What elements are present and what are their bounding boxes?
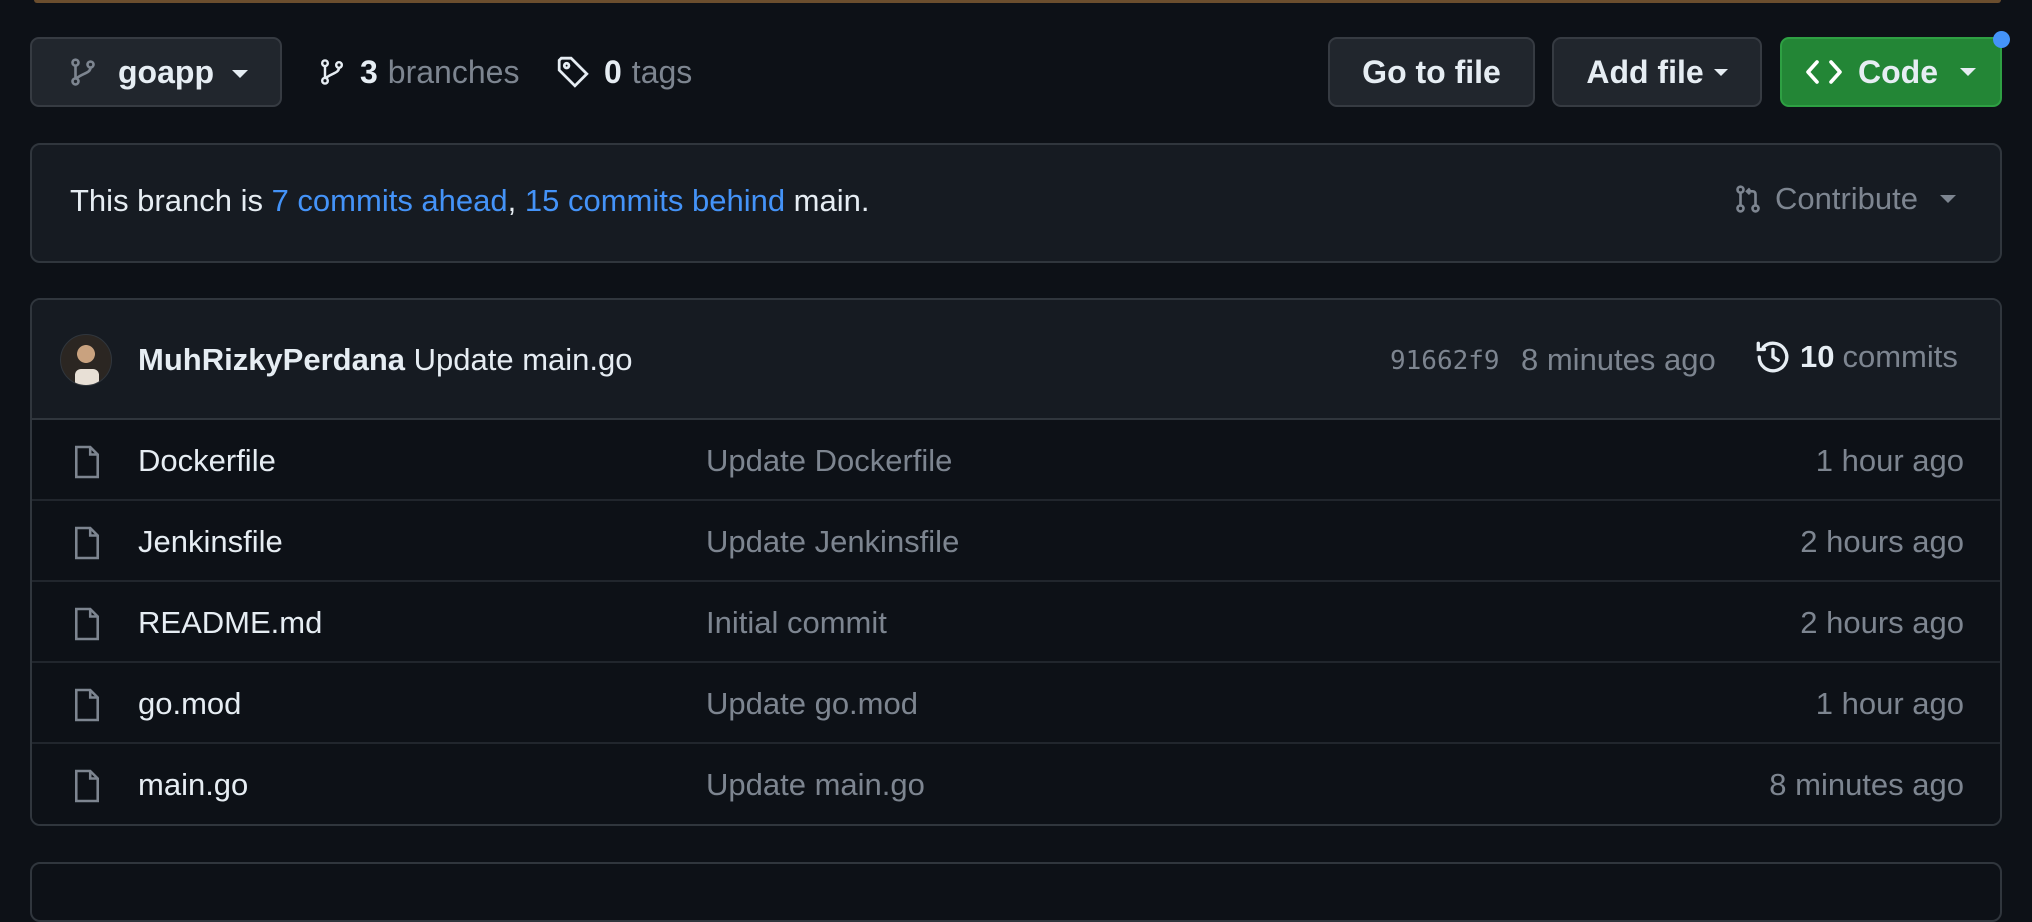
file-name-link[interactable]: Dockerfile	[138, 443, 276, 479]
commit-time: 8 minutes ago	[1521, 342, 1716, 377]
file-commit-message-link[interactable]: Update main.go	[706, 767, 925, 803]
file-commit-message-link[interactable]: Update go.mod	[706, 686, 918, 722]
latest-commit-bar: MuhRizkyPerdana Update main.go 91662f9 8…	[32, 300, 2000, 420]
code-icon	[1806, 57, 1842, 87]
table-row[interactable]: main.go Update main.go 8 minutes ago	[32, 744, 2000, 824]
file-commit-time: 1 hour ago	[1815, 686, 1964, 721]
branches-link[interactable]: 3 branches	[318, 48, 519, 96]
branch-status-text: This branch is 7 commits ahead, 15 commi…	[70, 183, 869, 219]
go-to-file-button[interactable]: Go to file	[1328, 37, 1535, 107]
branches-count: 3	[360, 53, 378, 90]
file-commit-time: 2 hours ago	[1800, 605, 1964, 640]
go-to-file-label: Go to file	[1362, 53, 1501, 90]
file-icon	[72, 768, 102, 804]
file-table: MuhRizkyPerdana Update main.go 91662f9 8…	[30, 298, 2002, 826]
file-icon	[72, 444, 102, 480]
tag-icon	[556, 55, 590, 89]
file-commit-time: 1 hour ago	[1815, 443, 1964, 478]
file-name-link[interactable]: Jenkinsfile	[138, 524, 283, 560]
file-commit-time: 2 hours ago	[1800, 524, 1964, 559]
commits-history-link[interactable]: 10 commits	[1754, 338, 1958, 376]
latest-commit-message: MuhRizkyPerdana Update main.go	[138, 342, 633, 378]
avatar[interactable]	[60, 334, 112, 386]
file-commit-message-link[interactable]: Initial commit	[706, 605, 887, 641]
notification-dot	[1993, 31, 2010, 48]
file-icon	[72, 687, 102, 723]
readme-panel	[30, 862, 2002, 922]
tags-label: tags	[631, 53, 693, 90]
commits-ahead-link[interactable]: 7 commits ahead	[272, 183, 508, 218]
chevron-down-icon	[1960, 68, 1976, 76]
add-file-label: Add file	[1586, 53, 1704, 90]
table-row[interactable]: Dockerfile Update Dockerfile 1 hour ago	[32, 420, 2000, 501]
history-icon	[1754, 338, 1792, 376]
status-suffix: main.	[785, 183, 870, 218]
status-prefix: This branch is	[70, 183, 272, 218]
table-row[interactable]: Jenkinsfile Update Jenkinsfile 2 hours a…	[32, 501, 2000, 582]
chevron-down-icon	[1713, 68, 1728, 76]
file-icon	[72, 606, 102, 642]
branch-name: goapp	[118, 53, 214, 90]
code-button[interactable]: Code	[1780, 37, 2002, 107]
branch-status-banner: This branch is 7 commits ahead, 15 commi…	[30, 143, 2002, 263]
tags-count: 0	[604, 53, 622, 90]
file-name-link[interactable]: main.go	[138, 767, 248, 803]
chevron-down-icon	[231, 70, 248, 78]
top-accent-line	[34, 0, 2001, 3]
table-row[interactable]: go.mod Update go.mod 1 hour ago	[32, 663, 2000, 744]
file-name-link[interactable]: go.mod	[138, 686, 241, 722]
git-branch-icon	[68, 55, 98, 89]
add-file-button[interactable]: Add file	[1552, 37, 1762, 107]
git-branch-icon	[318, 55, 346, 89]
commits-label: commits	[1842, 339, 1958, 374]
file-commit-message-link[interactable]: Update Jenkinsfile	[706, 524, 959, 560]
file-name-link[interactable]: README.md	[138, 605, 322, 641]
file-icon	[72, 525, 102, 561]
contribute-label: Contribute	[1774, 181, 1918, 216]
file-commit-time: 8 minutes ago	[1769, 767, 1964, 802]
code-label: Code	[1858, 53, 1938, 90]
commits-count: 10	[1800, 339, 1835, 374]
commits-behind-link[interactable]: 15 commits behind	[525, 183, 785, 218]
commit-message-link[interactable]: Update main.go	[414, 342, 633, 377]
chevron-down-icon	[1940, 195, 1956, 203]
branch-selector-button[interactable]: goapp	[30, 37, 282, 107]
table-row[interactable]: README.md Initial commit 2 hours ago	[32, 582, 2000, 663]
status-separator: ,	[507, 183, 525, 218]
tags-link[interactable]: 0 tags	[556, 48, 692, 96]
commit-sha-link[interactable]: 91662f9	[1390, 346, 1500, 376]
file-commit-message-link[interactable]: Update Dockerfile	[706, 443, 952, 479]
commit-author-link[interactable]: MuhRizkyPerdana	[138, 342, 405, 377]
pull-request-icon	[1733, 182, 1763, 216]
contribute-dropdown[interactable]: Contribute	[1733, 181, 1956, 217]
branches-label: branches	[387, 53, 520, 90]
